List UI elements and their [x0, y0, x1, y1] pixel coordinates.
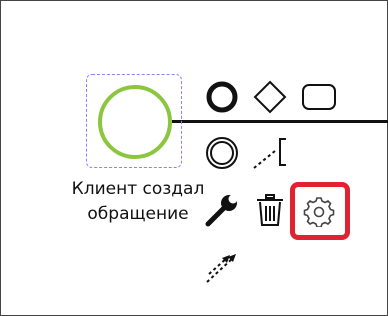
- end-event-icon: [206, 81, 238, 113]
- append-end-event-button[interactable]: [202, 77, 242, 117]
- append-intermediate-event-button[interactable]: [202, 133, 242, 173]
- wrench-icon: [205, 194, 238, 227]
- start-event-label[interactable]: Клиент создал обращение: [53, 177, 223, 227]
- change-type-button[interactable]: [202, 190, 242, 230]
- trash-icon: [257, 194, 283, 226]
- sequence-flow[interactable]: [172, 120, 388, 123]
- gateway-icon: [253, 80, 287, 114]
- append-text-annotation-button[interactable]: [250, 133, 290, 173]
- append-task-button[interactable]: [299, 77, 339, 117]
- append-gateway-button[interactable]: [250, 77, 290, 117]
- delete-button[interactable]: [250, 190, 290, 230]
- connect-button[interactable]: [202, 247, 242, 287]
- connect-icon: [206, 254, 236, 283]
- task-icon: [302, 84, 336, 110]
- text-annotation-icon: [253, 138, 286, 169]
- label-line-1: Клиент создал: [71, 179, 205, 199]
- start-event[interactable]: [98, 85, 172, 159]
- settings-highlight-box: [290, 182, 350, 240]
- diagram-canvas[interactable]: Клиент создал обращение: [0, 0, 388, 316]
- intermediate-event-icon: [206, 137, 238, 169]
- label-line-2: обращение: [87, 204, 189, 224]
